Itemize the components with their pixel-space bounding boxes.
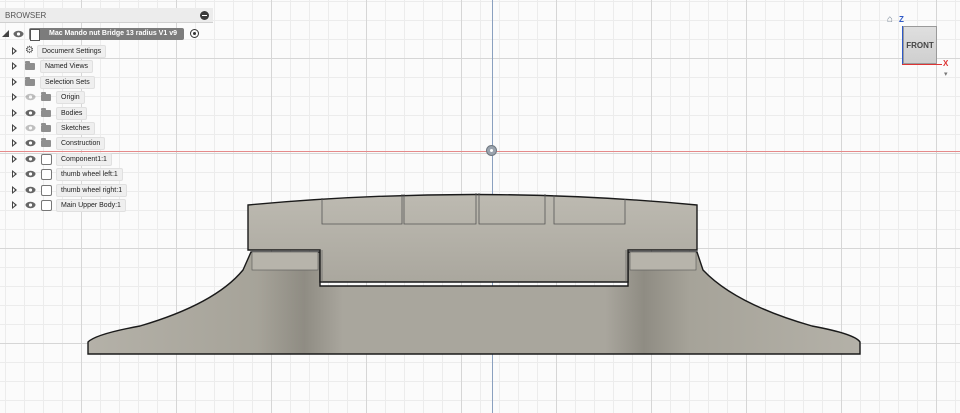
x-axis-label: X <box>943 59 949 68</box>
browser-root-row[interactable]: Mac Mando nut Bridge 13 radius V1 v9 <box>0 26 215 42</box>
eye-icon[interactable] <box>25 139 36 147</box>
folder-icon <box>41 92 51 102</box>
expand-arrow-icon[interactable] <box>12 139 17 148</box>
expand-arrow-icon[interactable] <box>12 47 17 55</box>
home-icon[interactable]: ⌂ <box>887 14 893 25</box>
component-icon <box>41 169 52 181</box>
browser-item-label: thumb wheel left:1 <box>56 168 123 182</box>
activate-radio-icon[interactable] <box>190 29 199 38</box>
browser-item-label: Document Settings <box>37 45 107 58</box>
browser-item-label: Selection Sets <box>40 75 95 89</box>
document-icon <box>30 29 40 41</box>
browser-title: BROWSER <box>5 11 47 20</box>
expand-arrow-icon[interactable] <box>12 185 17 194</box>
collapse-icon[interactable] <box>200 11 209 20</box>
expand-arrow-icon[interactable] <box>2 30 9 37</box>
browser-item[interactable]: Construction <box>0 136 215 151</box>
expand-arrow-icon[interactable] <box>12 77 17 86</box>
browser-item-label: Main Upper Body:1 <box>56 199 126 212</box>
viewcube[interactable]: ⌂ Z FRONT X ▾ <box>880 10 955 80</box>
eye-icon[interactable] <box>25 124 36 132</box>
browser-item-label: Bodies <box>56 106 88 120</box>
browser-item[interactable]: Bodies <box>0 106 215 120</box>
eye-icon[interactable] <box>13 30 24 38</box>
folder-icon <box>41 138 51 148</box>
browser-item[interactable]: ⚙ Document Settings <box>0 44 215 58</box>
viewcube-front-face[interactable]: FRONT <box>903 26 937 64</box>
folder-icon <box>41 123 51 132</box>
root-component-label[interactable]: Mac Mando nut Bridge 13 radius V1 v9 <box>29 28 184 40</box>
folder-icon <box>25 76 35 86</box>
browser-item-label: Component1:1 <box>56 152 112 166</box>
eye-icon[interactable] <box>25 186 36 194</box>
eye-icon[interactable] <box>25 170 36 178</box>
browser-item[interactable]: Sketches <box>0 121 215 135</box>
component-icon <box>41 200 52 211</box>
expand-arrow-icon[interactable] <box>12 124 17 132</box>
browser-item-label: thumb wheel right:1 <box>56 183 128 197</box>
eye-icon[interactable] <box>25 109 36 117</box>
folder-icon <box>41 107 51 117</box>
origin-point[interactable] <box>486 145 497 156</box>
eye-icon[interactable] <box>25 155 36 163</box>
expand-arrow-icon[interactable] <box>12 154 17 163</box>
browser-item[interactable]: Origin <box>0 90 215 105</box>
z-axis-label: Z <box>899 15 904 24</box>
browser-item[interactable]: thumb wheel left:1 <box>0 167 215 182</box>
browser-item-label: Construction <box>56 137 106 151</box>
browser-item-label: Sketches <box>56 122 95 135</box>
browser-item[interactable]: Component1:1 <box>0 152 215 166</box>
browser-item[interactable]: Selection Sets <box>0 75 215 89</box>
browser-item[interactable]: Named Views <box>0 59 215 74</box>
x-axis-line <box>902 64 942 65</box>
browser-header: BROWSER <box>0 8 213 23</box>
expand-arrow-icon[interactable] <box>12 170 17 179</box>
right-post <box>629 251 697 271</box>
folder-icon <box>25 61 35 71</box>
browser-item-label: Origin <box>56 91 85 105</box>
eye-icon[interactable] <box>25 93 36 101</box>
component-icon <box>41 153 52 165</box>
gear-icon: ⚙ <box>25 45 34 56</box>
viewcube-menu-icon[interactable]: ▾ <box>944 70 948 78</box>
browser-item[interactable]: thumb wheel right:1 <box>0 183 215 197</box>
expand-arrow-icon[interactable] <box>12 108 17 117</box>
eye-icon[interactable] <box>25 201 36 209</box>
component-icon <box>41 184 52 196</box>
left-post <box>251 251 319 271</box>
expand-arrow-icon[interactable] <box>12 201 17 209</box>
expand-arrow-icon[interactable] <box>12 93 17 102</box>
browser-item[interactable]: Main Upper Body:1 <box>0 198 215 212</box>
expand-arrow-icon[interactable] <box>12 62 17 71</box>
browser-item-label: Named Views <box>40 60 94 74</box>
